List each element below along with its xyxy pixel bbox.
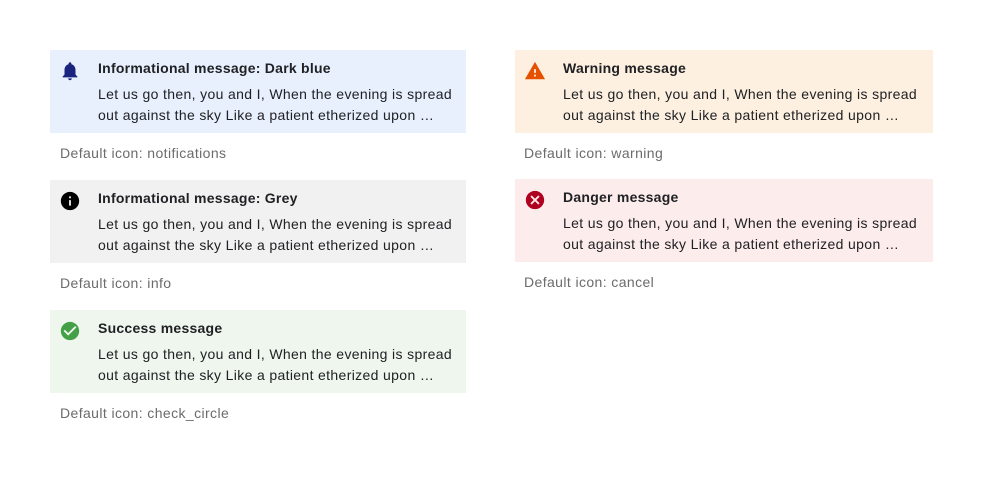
message-content: Danger message Let us go then, you and I… — [563, 188, 921, 255]
info-grey-message: Informational message: Grey Let us go th… — [50, 180, 466, 263]
message-title: Danger message — [563, 189, 679, 205]
success-message: Success message Let us go then, you and … — [50, 310, 466, 393]
warning-icon — [524, 60, 546, 82]
message-content: Informational message: Grey Let us go th… — [98, 189, 454, 256]
success-example: Success message Let us go then, you and … — [50, 310, 466, 421]
right-column: Warning message Let us go then, you and … — [515, 50, 933, 308]
message-caption: Default icon: info — [60, 275, 172, 291]
message-caption: Default icon: notifications — [60, 145, 227, 161]
page: Informational message: Dark blue Let us … — [0, 0, 983, 484]
message-title: Success message — [98, 320, 223, 336]
message-title: Warning message — [563, 60, 687, 76]
danger-message: Danger message Let us go then, you and I… — [515, 179, 933, 262]
check-circle-icon — [59, 320, 81, 342]
info-icon — [59, 190, 81, 212]
message-title: Informational message: Grey — [98, 190, 298, 206]
message-content: Informational message: Dark blue Let us … — [98, 59, 454, 126]
warning-example: Warning message Let us go then, you and … — [515, 50, 933, 161]
notifications-icon — [59, 60, 81, 82]
message-body: Let us go then, you and I, When the even… — [98, 86, 452, 123]
message-body: Let us go then, you and I, When the even… — [98, 216, 452, 253]
info-grey-example: Informational message: Grey Let us go th… — [50, 180, 466, 291]
warning-message: Warning message Let us go then, you and … — [515, 50, 933, 133]
left-column: Informational message: Dark blue Let us … — [50, 50, 466, 440]
message-body: Let us go then, you and I, When the even… — [563, 215, 917, 252]
message-caption: Default icon: warning — [524, 145, 664, 161]
message-title: Informational message: Dark blue — [98, 60, 331, 76]
message-caption: Default icon: cancel — [524, 274, 655, 290]
info-dark-blue-message: Informational message: Dark blue Let us … — [50, 50, 466, 133]
message-content: Success message Let us go then, you and … — [98, 319, 454, 386]
message-body: Let us go then, you and I, When the even… — [98, 346, 452, 383]
message-content: Warning message Let us go then, you and … — [563, 59, 921, 126]
message-caption: Default icon: check_circle — [60, 405, 230, 421]
message-body: Let us go then, you and I, When the even… — [563, 86, 917, 123]
cancel-icon — [524, 189, 546, 211]
info-dark-blue-example: Informational message: Dark blue Let us … — [50, 50, 466, 161]
danger-example: Danger message Let us go then, you and I… — [515, 179, 933, 290]
